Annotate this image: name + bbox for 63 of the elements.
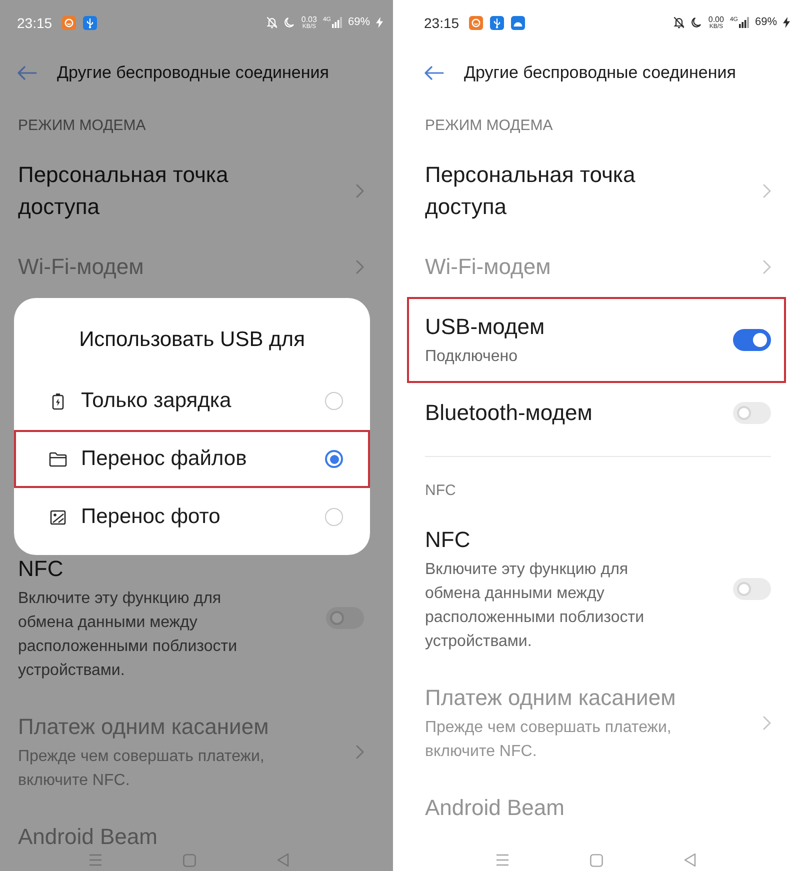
usb-tile-icon [83,16,98,30]
speed-value: 0.00 [708,16,724,24]
setting-title[interactable]: Персональная точка доступа [425,159,710,223]
dome-tile-icon [511,16,526,30]
moon-icon [691,17,702,28]
folder-icon [49,452,67,466]
battery-level: 69% [348,16,370,29]
setting-description: Прежде чем совершать платежи, включите NFC. [425,718,672,762]
face-tile-icon [62,16,76,30]
dialog-title: Использовать USB для [79,327,305,353]
chevron-icon [763,716,771,730]
section-header: РЕЖИМ МОДЕМА [18,116,146,136]
speed-value: 0.03 [301,16,317,24]
bell-off-icon [266,16,278,29]
usb-tile-icon [490,16,504,30]
bell-off-icon [673,16,686,29]
square-icon[interactable] [590,854,603,866]
setting-title[interactable]: USB-модем [425,311,545,343]
page-title: Другие беспроводные соединения [464,62,736,84]
chevron-icon [763,260,771,274]
page-title: Другие беспроводные соединения [57,62,329,84]
section-header: РЕЖИМ МОДЕМА [425,116,553,136]
option-label[interactable]: Перенос фото [81,502,325,532]
picture-icon [50,510,66,524]
status-time: 23:15 [424,14,460,30]
back-arrow-icon[interactable] [424,66,444,80]
square-icon[interactable] [183,854,196,866]
setting-description: Включите эту функцию для обмена данными между расположенными поблизости устройствами. [18,589,238,681]
battery-bolt-icon [52,392,64,410]
radio-button[interactable] [325,392,343,410]
radio-button[interactable] [325,450,343,468]
triangle-icon[interactable] [684,853,696,867]
option-label[interactable]: Только зарядка [81,386,325,416]
triangle-icon[interactable] [277,853,289,867]
chevron-icon [356,184,364,198]
signal-icon [332,17,342,28]
section-header: NFC [425,481,456,501]
setting-description: Включите эту функцию для обмена данными между расположенными поблизости устройствами. [425,560,645,652]
chevron-icon [763,184,771,198]
status-time: 23:15 [17,14,52,30]
setting-title[interactable]: Bluetooth-модем [425,397,592,429]
charging-bolt-icon [376,17,383,28]
chevron-icon [356,260,364,274]
back-arrow-icon[interactable] [17,66,37,80]
menu-icon[interactable] [89,854,102,866]
radio-button[interactable] [325,508,343,526]
face-tile-icon [469,16,484,30]
toggle-switch[interactable] [733,329,771,351]
setting-title[interactable]: NFC [425,524,470,556]
option-label[interactable]: Перенос файлов [81,444,325,474]
setting-description: Подключено [425,347,518,367]
chevron-icon [356,745,364,759]
setting-title[interactable]: Персональная точка доступа [18,159,303,223]
toggle-switch[interactable] [326,607,364,629]
setting-description: Прежде чем совершать платежи, включите NFC. [18,747,266,791]
signal-icon [738,17,749,28]
toggle-switch[interactable] [733,578,771,600]
setting-title[interactable]: NFC [18,553,64,585]
menu-icon[interactable] [496,854,509,866]
toggle-switch[interactable] [733,402,771,424]
battery-level: 69% [754,16,777,29]
moon-icon [284,17,296,28]
charging-bolt-icon [783,17,790,28]
